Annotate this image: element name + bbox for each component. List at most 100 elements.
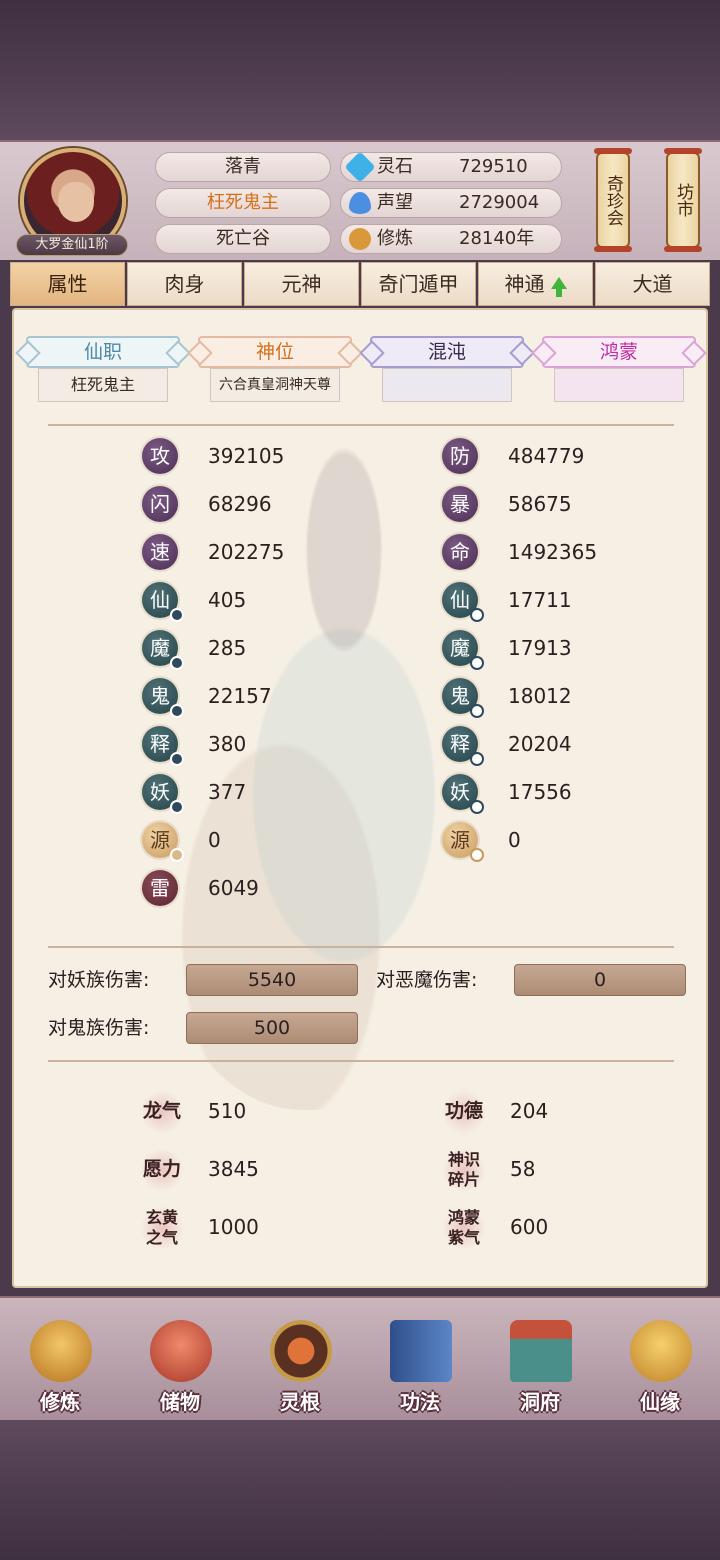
- stat-hongmeng-qi: 鸿蒙紫气 600: [442, 1206, 692, 1250]
- gourd-icon: [630, 1320, 692, 1382]
- stat-xuanhuang-qi: 玄黄之气 1000: [140, 1206, 390, 1250]
- hp-icon: 命: [442, 534, 478, 570]
- wish-power-icon: 愿力: [140, 1148, 184, 1192]
- ghost-attack-icon: 鬼: [142, 678, 184, 718]
- monster-defense-icon: 妖: [442, 774, 484, 814]
- stat-thunder: 雷 6049: [142, 870, 392, 910]
- cave-dwelling-icon: [510, 1320, 572, 1382]
- spirit-stone-icon: [344, 151, 376, 183]
- buddha-attack-icon: 释: [142, 726, 184, 766]
- hongmeng-qi-icon: 鸿蒙紫气: [442, 1206, 486, 1250]
- resource-reputation: 声望 2729004: [340, 188, 562, 218]
- tab-qimen[interactable]: 奇门遁甲: [361, 262, 476, 306]
- cultivate-icon: [30, 1320, 92, 1382]
- player-name: 落青: [155, 152, 331, 182]
- damage-vs-monster-value: 5540: [186, 964, 358, 996]
- demon-attack-icon: 魔: [142, 630, 184, 670]
- nav-fate[interactable]: 仙缘: [610, 1304, 710, 1414]
- treasure-fair-button[interactable]: 奇珍会: [594, 148, 632, 252]
- stat-speed: 速 202275: [142, 534, 392, 574]
- stat-monster-defense: 妖 17556: [442, 774, 692, 814]
- merit-icon: 功德: [442, 1090, 486, 1134]
- technique-book-icon: [390, 1320, 452, 1382]
- bottom-backdrop: [0, 1420, 720, 1560]
- thunder-icon: 雷: [142, 870, 178, 906]
- rank-card-immortal-post[interactable]: 仙职 枉死鬼主: [26, 336, 180, 402]
- nav-cultivate[interactable]: 修炼: [10, 1304, 110, 1414]
- stat-ghost-attack: 鬼 22157: [142, 678, 392, 718]
- damage-vs-monster-label: 对妖族伤害:: [48, 969, 150, 991]
- soul-fragment-icon: 神识碎片: [442, 1148, 486, 1192]
- xuanhuang-qi-icon: 玄黄之气: [140, 1206, 184, 1250]
- nav-techniques[interactable]: 功法: [370, 1304, 470, 1414]
- damage-vs-ghost-label: 对鬼族伤害:: [48, 1017, 150, 1039]
- resource-spirit-stone: 灵石 729510: [340, 151, 562, 183]
- stat-merit: 功德 204: [442, 1090, 692, 1134]
- origin-defense-icon: 源: [442, 822, 484, 862]
- resource-cultivation: 修炼 28140年: [340, 224, 562, 254]
- stat-wish-power: 愿力 3845: [140, 1148, 390, 1192]
- rank-card-hongmeng[interactable]: 鸿蒙: [542, 336, 696, 402]
- stat-crit: 暴 58675: [442, 486, 692, 526]
- buddha-defense-icon: 释: [442, 726, 484, 766]
- player-header: 大罗金仙1阶 落青 枉死鬼主 死亡谷 灵石 729510 声望 2729004 …: [0, 140, 720, 260]
- top-backdrop: [0, 0, 720, 140]
- attack-icon: 攻: [142, 438, 178, 474]
- monster-attack-icon: 妖: [142, 774, 184, 814]
- stat-soul-fragment: 神识碎片 58: [442, 1148, 692, 1192]
- divider: [48, 1060, 674, 1062]
- nav-storage[interactable]: 储物: [130, 1304, 230, 1414]
- immortal-defense-icon: 仙: [442, 582, 484, 622]
- defense-icon: 防: [442, 438, 478, 474]
- attribute-tabs: 属性 肉身 元神 奇门遁甲 神通 大道: [10, 262, 710, 306]
- dodge-icon: 闪: [142, 486, 178, 522]
- stat-dragon-qi: 龙气 510: [140, 1090, 390, 1134]
- stat-buddha-defense: 释 20204: [442, 726, 692, 766]
- avatar-face: [58, 182, 94, 222]
- stat-buddha-attack: 释 380: [142, 726, 392, 766]
- nav-cave-dwelling[interactable]: 洞府: [490, 1304, 590, 1414]
- stat-demon-attack: 魔 285: [142, 630, 392, 670]
- divider: [48, 424, 674, 426]
- cultivation-icon: [349, 228, 371, 250]
- ghost-defense-icon: 鬼: [442, 678, 484, 718]
- damage-vs-demon-label: 对恶魔伤害:: [376, 969, 478, 991]
- crit-icon: 暴: [442, 486, 478, 522]
- reputation-icon: [349, 192, 371, 214]
- stat-hp: 命 1492365: [442, 534, 692, 574]
- bottom-nav: 修炼 储物 灵根 功法 洞府 仙缘: [0, 1296, 720, 1420]
- spirit-root-icon: [270, 1320, 332, 1382]
- damage-vs-ghost-value: 500: [186, 1012, 358, 1044]
- stat-dodge: 闪 68296: [142, 486, 392, 526]
- player-title: 枉死鬼主: [155, 188, 331, 218]
- tab-attributes[interactable]: 属性: [10, 262, 125, 306]
- divider: [48, 946, 674, 948]
- attribute-panel: 仙职 枉死鬼主 神位 六合真皇洞神天尊 混沌 鸿蒙 攻 392105 闪 682…: [12, 308, 708, 1288]
- player-sect: 死亡谷: [155, 224, 331, 254]
- stat-origin-attack: 源 0: [142, 822, 392, 862]
- nav-spirit-root[interactable]: 灵根: [250, 1304, 350, 1414]
- stat-immortal-attack: 仙 405: [142, 582, 392, 622]
- tab-body[interactable]: 肉身: [127, 262, 242, 306]
- rank-card-chaos[interactable]: 混沌: [370, 336, 524, 402]
- tab-dao[interactable]: 大道: [595, 262, 710, 306]
- speed-icon: 速: [142, 534, 178, 570]
- damage-vs-demon-value: 0: [514, 964, 686, 996]
- stat-demon-defense: 魔 17913: [442, 630, 692, 670]
- dragon-qi-icon: 龙气: [140, 1090, 184, 1134]
- demon-defense-icon: 魔: [442, 630, 484, 670]
- stat-attack: 攻 392105: [142, 438, 392, 478]
- immortal-attack-icon: 仙: [142, 582, 184, 622]
- upgrade-arrow-icon: [550, 277, 567, 297]
- stat-immortal-defense: 仙 17711: [442, 582, 692, 622]
- stat-origin-defense: 源 0: [442, 822, 692, 862]
- origin-attack-icon: 源: [142, 822, 184, 862]
- tab-divine-arts[interactable]: 神通: [478, 262, 593, 306]
- tab-soul[interactable]: 元神: [244, 262, 359, 306]
- stat-ghost-defense: 鬼 18012: [442, 678, 692, 718]
- market-button[interactable]: 坊市: [664, 148, 702, 252]
- stat-defense: 防 484779: [442, 438, 692, 478]
- storage-bag-icon: [150, 1320, 212, 1382]
- realm-badge: 大罗金仙1阶: [16, 234, 128, 256]
- rank-card-divine-seat[interactable]: 神位 六合真皇洞神天尊: [198, 336, 352, 402]
